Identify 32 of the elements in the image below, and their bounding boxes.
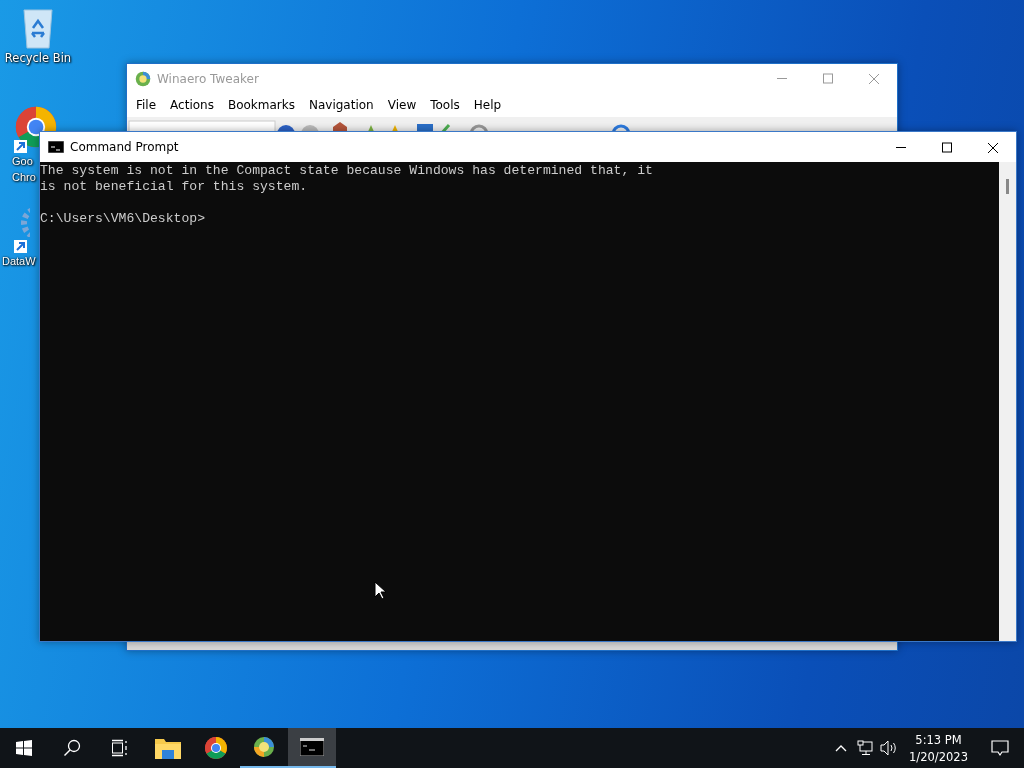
window-title: Command Prompt — [70, 140, 179, 154]
clock-date[interactable]: 1/20/2023 — [909, 749, 968, 764]
mouse-pointer-icon — [374, 581, 386, 600]
scrollbar[interactable] — [999, 162, 1016, 641]
console-output-line: The system is not in the Compact state because Windows has determined that, it — [40, 163, 654, 179]
terminal-icon[interactable] — [300, 738, 324, 756]
menu-item[interactable]: Tools — [423, 95, 467, 115]
swirl-logo-icon — [135, 70, 151, 87]
menu-item[interactable]: Help — [466, 95, 509, 115]
menu-item[interactable]: Actions — [163, 95, 221, 115]
notification-icon[interactable] — [991, 739, 1009, 757]
menu-item[interactable]: View — [380, 95, 424, 115]
swirl-logo-icon[interactable] — [253, 736, 275, 758]
menu-item[interactable]: Bookmarks — [220, 95, 302, 115]
menu-item[interactable]: Navigation — [302, 95, 381, 115]
network-icon[interactable] — [857, 740, 874, 756]
chrome-icon[interactable] — [204, 736, 228, 760]
recycle-bin-icon[interactable] — [21, 6, 55, 50]
menu-item[interactable]: File — [129, 95, 164, 115]
task-view-icon[interactable] — [111, 739, 129, 757]
shortcut-arrow-icon — [14, 140, 27, 153]
windows-start-icon[interactable] — [16, 740, 32, 756]
window-title: Winaero Tweaker — [157, 71, 259, 86]
terminal-icon — [48, 141, 64, 153]
chevron-up-icon[interactable] — [835, 744, 848, 752]
folder-icon[interactable] — [155, 737, 181, 759]
shortcut-arrow-icon — [14, 240, 27, 253]
command-prompt-line[interactable]: C:\Users\VM6\Desktop> — [40, 211, 999, 227]
clock-time[interactable]: 5:13 PM — [909, 732, 968, 747]
console-output-line: is not beneficial for this system. — [40, 179, 309, 195]
search-icon[interactable] — [63, 739, 81, 757]
volume-icon[interactable] — [880, 740, 899, 756]
